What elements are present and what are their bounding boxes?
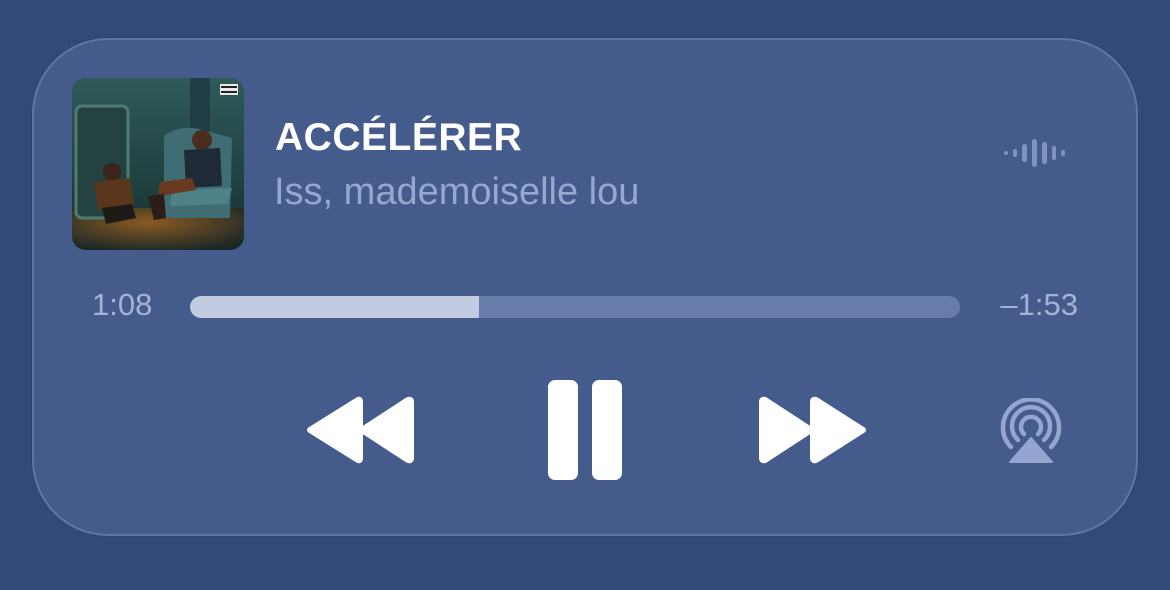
track-title: ACCÉLÉRER (275, 116, 523, 159)
rewind-button[interactable] (304, 396, 416, 464)
airplay-icon (1000, 397, 1062, 463)
album-artwork-image (72, 78, 244, 250)
elapsed-time: 1:08 (92, 287, 153, 322)
album-artwork[interactable] (72, 78, 244, 250)
remaining-time: –1:53 (1000, 287, 1078, 322)
fast-forward-icon (759, 396, 866, 464)
airplay-button[interactable] (996, 397, 1066, 464)
track-artist: Iss, mademoiselle lou (274, 171, 640, 213)
audio-waveform-icon (1002, 136, 1066, 170)
rewind-icon (307, 396, 414, 464)
fast-forward-button[interactable] (757, 396, 869, 464)
progress-fill (190, 296, 479, 318)
pause-icon (548, 380, 622, 480)
pause-button[interactable] (546, 378, 626, 482)
playback-progress-bar[interactable] (190, 296, 960, 318)
now-playing-widget: ACCÉLÉRER Iss, mademoiselle lou 1:08 –1:… (32, 38, 1138, 536)
